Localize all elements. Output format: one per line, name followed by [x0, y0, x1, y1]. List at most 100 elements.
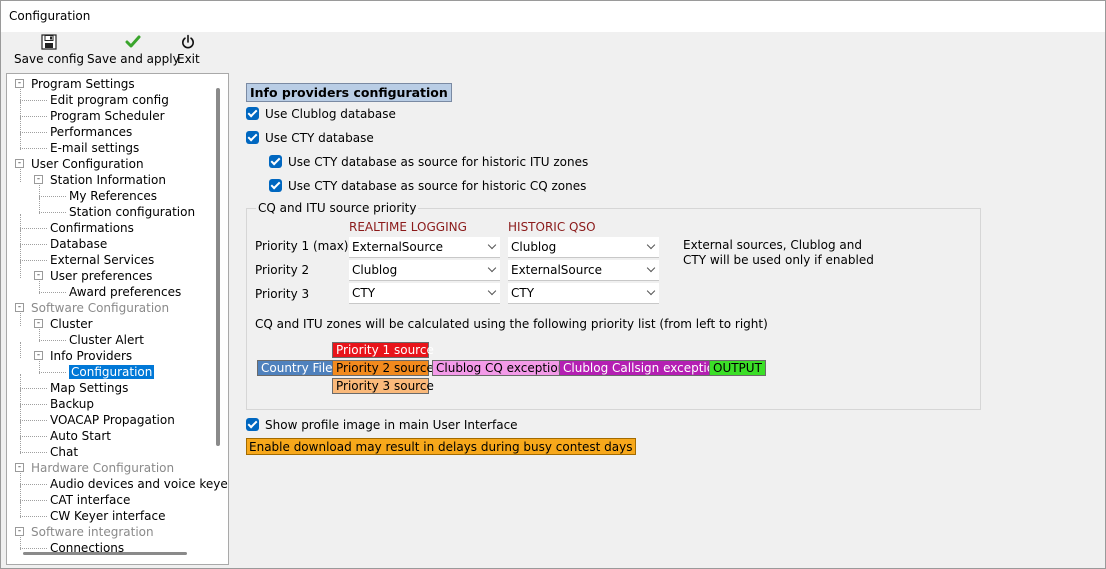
exit-button[interactable]: Exit: [177, 34, 200, 66]
tree-branch-line: [39, 292, 66, 293]
tree-item-user-preferences[interactable]: User preferences: [50, 268, 152, 284]
tree-item-cat-interface[interactable]: CAT interface: [50, 492, 130, 508]
tree-item-label: Database: [50, 237, 108, 251]
tree-branch-line: [20, 500, 47, 501]
use-cty-checkbox[interactable]: Use CTY database: [246, 130, 374, 146]
priority-1-realtime-select[interactable]: ExternalSource: [349, 237, 500, 258]
source-priority-group: CQ and ITU source priority REALTIME LOGG…: [246, 201, 981, 410]
tree-guide-line: [20, 534, 21, 550]
collapse-icon[interactable]: -: [34, 271, 43, 280]
tree-item-label: Performances: [50, 125, 133, 139]
tree-branch-line: [39, 340, 66, 341]
cty-cq-zones-label: Use CTY database as source for historic …: [288, 179, 587, 193]
tree-guide-line: [20, 310, 21, 326]
tree-item-edit-program-config[interactable]: Edit program config: [50, 92, 169, 108]
floppy-disk-icon: [41, 34, 57, 50]
priority-1-historic-select[interactable]: Clublog: [508, 237, 659, 258]
output-chip: OUTPUT: [709, 360, 766, 376]
tree-guide-line: [20, 86, 21, 102]
section-title: Info providers configuration: [246, 83, 452, 102]
tree-guide-line: [20, 230, 21, 246]
external-sources-note-line-2: CTY will be used only if enabled: [683, 253, 874, 267]
tree-item-software-integration[interactable]: Software integration: [31, 524, 154, 540]
info-providers-panel: Info providers configuration Use Clublog…: [245, 81, 995, 481]
tree-guide-line: [20, 118, 21, 134]
priority-2-realtime-value: Clublog: [352, 263, 398, 277]
tree-guide-line: [20, 374, 21, 390]
priority-2-historic-select[interactable]: ExternalSource: [508, 260, 659, 281]
tree-item-configuration[interactable]: Configuration: [69, 364, 155, 380]
collapse-icon[interactable]: -: [34, 351, 43, 360]
collapse-icon[interactable]: -: [15, 463, 24, 472]
tree-item-cw-keyer-interface[interactable]: CW Keyer interface: [50, 508, 165, 524]
cty-cq-zones-checkbox[interactable]: Use CTY database as source for historic …: [269, 178, 586, 194]
priority-2-historic-value: ExternalSource: [511, 263, 603, 277]
tree-item-backup[interactable]: Backup: [50, 396, 94, 412]
tree-branch-line: [39, 372, 66, 373]
tree-vertical-scrollbar[interactable]: [216, 88, 220, 446]
tree-item-label: Map Settings: [50, 381, 129, 395]
tree-item-hardware-configuration[interactable]: Hardware Configuration: [31, 460, 174, 476]
tree-item-audio-devices-and-voice-keye[interactable]: Audio devices and voice keye: [50, 476, 228, 492]
tree-item-e-mail-settings[interactable]: E-mail settings: [50, 140, 139, 156]
tree-item-label: Program Scheduler: [50, 109, 165, 123]
tree-item-cluster[interactable]: Cluster: [50, 316, 93, 332]
tree-guide-line: [39, 278, 40, 294]
tree-item-database[interactable]: Database: [50, 236, 107, 252]
collapse-icon[interactable]: -: [15, 159, 24, 168]
tree-item-map-settings[interactable]: Map Settings: [50, 380, 128, 396]
tree-item-program-settings[interactable]: Program Settings: [31, 76, 135, 92]
tree-guide-line: [20, 438, 21, 454]
collapse-icon[interactable]: -: [15, 303, 24, 312]
checked-icon: [246, 418, 259, 431]
power-icon: [182, 34, 195, 49]
tree-item-info-providers[interactable]: Info Providers: [50, 348, 132, 364]
use-clublog-checkbox[interactable]: Use Clublog database: [246, 106, 396, 122]
collapse-icon[interactable]: -: [34, 175, 43, 184]
tree-item-chat[interactable]: Chat: [50, 444, 78, 460]
external-sources-note-line-1: External sources, Clublog and: [683, 238, 862, 252]
tree-item-label: Edit program config: [50, 93, 169, 107]
checked-icon: [269, 179, 282, 192]
priority-3-historic-select[interactable]: CTY: [508, 283, 659, 304]
save-and-apply-button[interactable]: Save and apply: [87, 34, 180, 66]
clublog-cq-exception-chip: Clublog CQ exception: [432, 360, 570, 376]
tree-item-label: CAT interface: [50, 493, 131, 507]
collapse-icon[interactable]: -: [15, 79, 24, 88]
chevron-down-icon: [487, 263, 497, 273]
tree-item-confirmations[interactable]: Confirmations: [50, 220, 134, 236]
tree-guide-line: [39, 358, 40, 374]
priority-3-realtime-select[interactable]: CTY: [349, 283, 500, 304]
tree-item-performances[interactable]: Performances: [50, 124, 132, 140]
chevron-down-icon: [646, 286, 656, 296]
tree-item-station-information[interactable]: Station Information: [50, 172, 166, 188]
tree-guide-line: [20, 422, 21, 438]
collapse-icon[interactable]: -: [15, 527, 24, 536]
use-clublog-label: Use Clublog database: [265, 107, 396, 121]
tree-item-my-references[interactable]: My References: [69, 188, 157, 204]
tree-item-program-scheduler[interactable]: Program Scheduler: [50, 108, 165, 124]
tree-guide-line: [20, 390, 21, 406]
tree-item-label: Audio devices and voice keye: [50, 477, 228, 491]
tree-item-label: Cluster Alert: [69, 333, 144, 347]
tree-item-user-configuration[interactable]: User Configuration: [31, 156, 144, 172]
chevron-down-icon: [487, 240, 497, 250]
collapse-icon[interactable]: -: [34, 319, 43, 328]
tree-item-voacap-propagation[interactable]: VOACAP Propagation: [50, 412, 175, 428]
tree-item-external-services[interactable]: External Services: [50, 252, 154, 268]
tree-item-award-preferences[interactable]: Award preferences: [69, 284, 181, 300]
priority-2-realtime-select[interactable]: Clublog: [349, 260, 500, 281]
tree-item-station-configuration[interactable]: Station configuration: [69, 204, 195, 220]
priority-1-historic-value: Clublog: [511, 240, 557, 254]
config-tree[interactable]: Program Settings - Edit program config Prog…: [6, 73, 229, 565]
tree-item-auto-start[interactable]: Auto Start: [50, 428, 111, 444]
country-file-chip: Country File: [257, 360, 337, 376]
show-profile-image-checkbox[interactable]: Show profile image in main User Interfac…: [246, 417, 518, 433]
tree-item-software-configuration[interactable]: Software Configuration: [31, 300, 169, 316]
save-config-button[interactable]: Save config: [14, 34, 84, 66]
tree-item-cluster-alert[interactable]: Cluster Alert: [69, 332, 144, 348]
tree-horizontal-scrollbar[interactable]: [23, 552, 187, 555]
cty-itu-zones-checkbox[interactable]: Use CTY database as source for historic …: [269, 154, 588, 170]
tree-guide-line: [20, 406, 21, 422]
tree-branch-line: [20, 484, 47, 485]
